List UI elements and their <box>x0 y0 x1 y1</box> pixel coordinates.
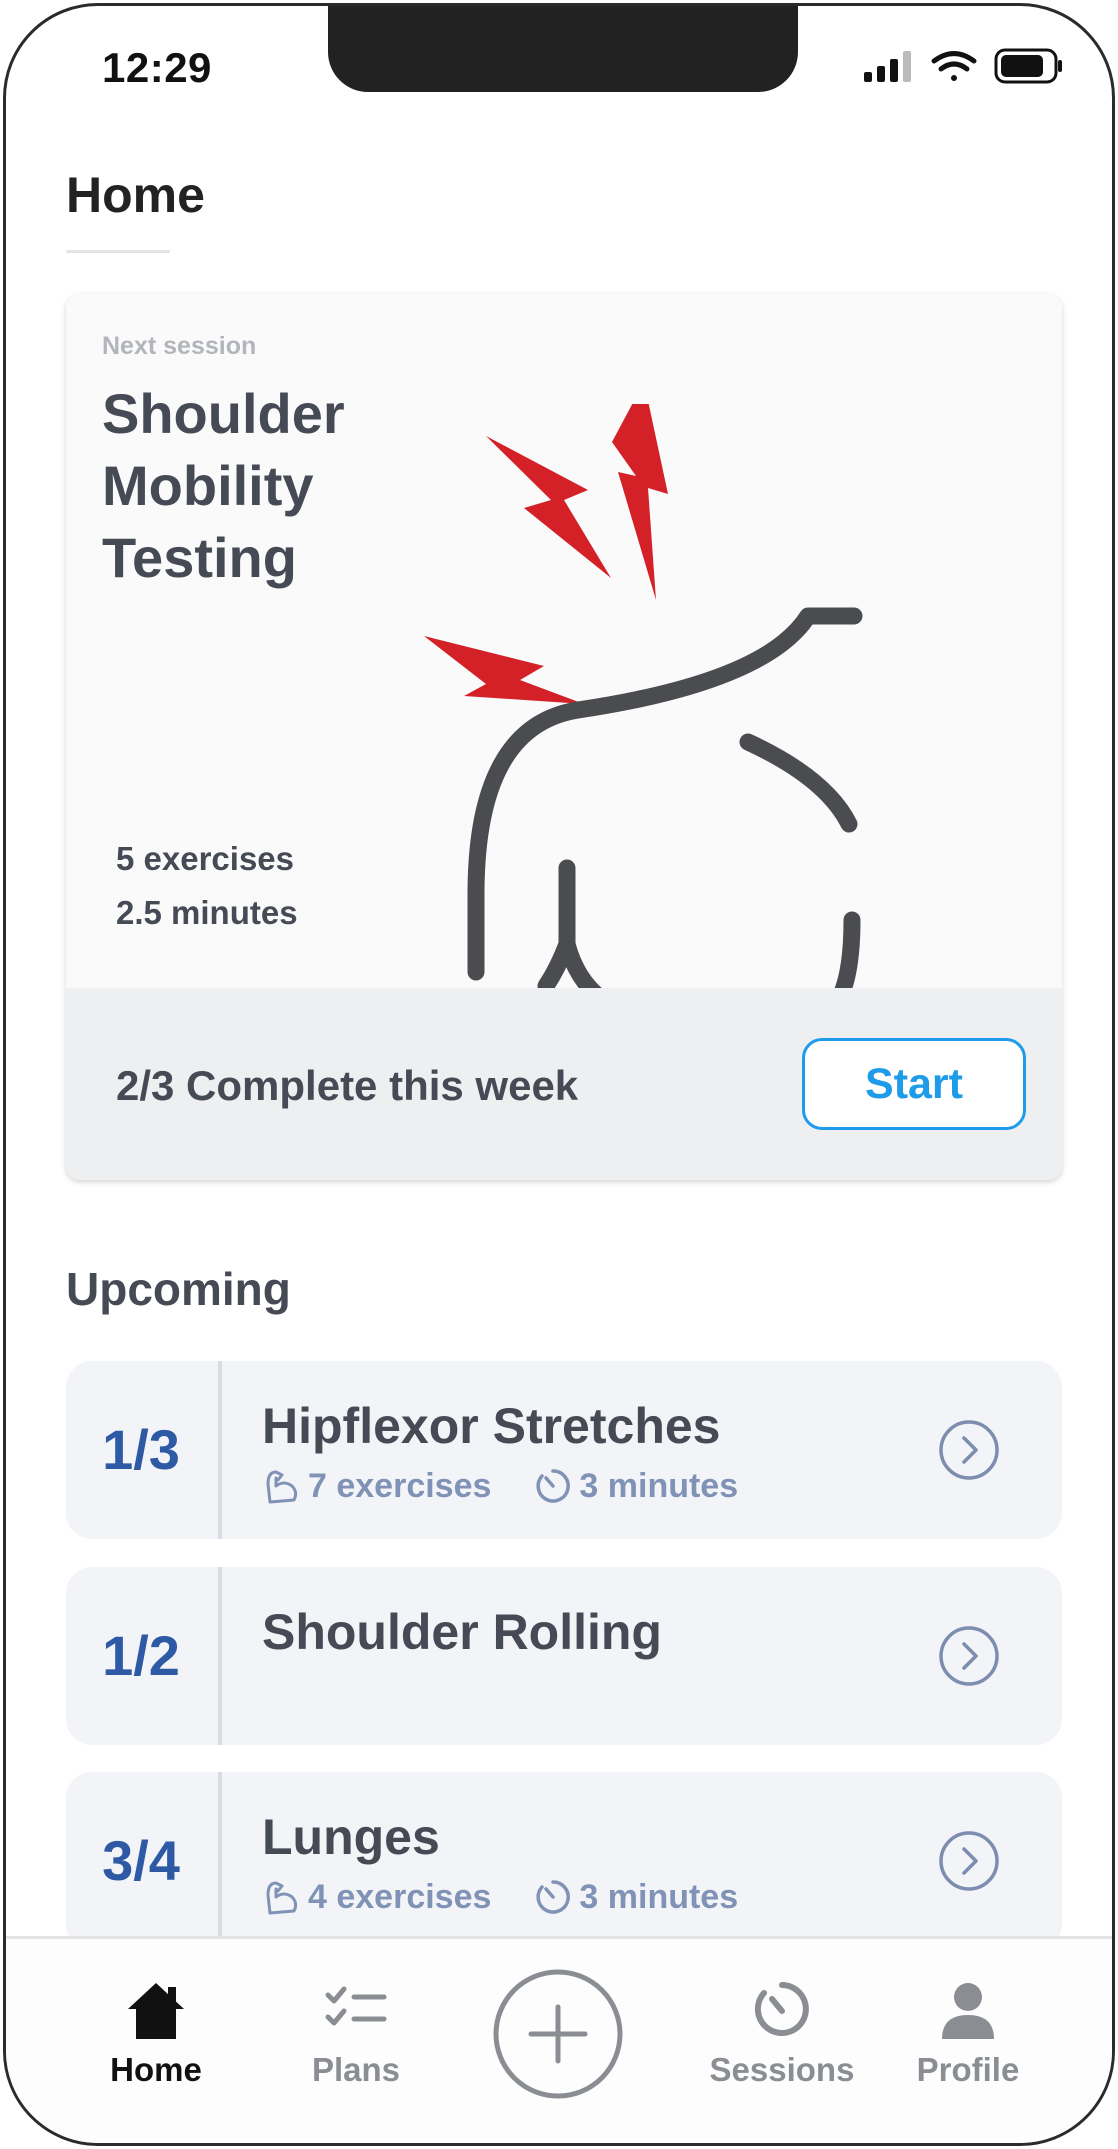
status-icons <box>864 48 1062 84</box>
session-duration: 3 minutes <box>579 1466 739 1505</box>
tab-label: Home <box>110 2051 202 2088</box>
divider <box>218 1361 222 1539</box>
plus-circle-icon[interactable] <box>493 1969 623 2099</box>
checklist-icon <box>325 1986 387 2026</box>
divider <box>218 1772 222 1950</box>
session-duration: 3 minutes <box>579 1877 739 1916</box>
status-time: 12:29 <box>102 44 212 91</box>
muscle-icon <box>266 1881 298 1915</box>
list-item[interactable]: 1/2 Shoulder Rolling <box>66 1567 1062 1745</box>
pain-bolt-icon <box>424 404 668 704</box>
session-meta: 4 exercises 3 minutes <box>262 1876 780 1918</box>
start-button[interactable]: Start <box>802 1038 1026 1130</box>
page-title: Home <box>66 167 205 223</box>
tab-label: Sessions <box>709 2051 855 2088</box>
session-meta: 5 exercises 2.5 minutes <box>116 832 298 940</box>
session-exercises: 5 exercises <box>116 840 295 877</box>
timer-icon <box>536 1469 571 1503</box>
session-count: 1/2 <box>102 1624 180 1687</box>
exercise-count: 4 exercises <box>308 1877 492 1916</box>
tab-bar: Home Plans Sessions Profile <box>6 1936 1112 2143</box>
tab-plans[interactable]: Plans <box>266 1975 446 2089</box>
upcoming-title: Upcoming <box>66 1263 291 1315</box>
exercise-count: 7 exercises <box>308 1466 492 1505</box>
shoulder-outline-icon <box>467 607 863 1029</box>
title-underline <box>66 250 170 253</box>
session-name: Lunges <box>262 1809 440 1865</box>
tab-sessions[interactable]: Sessions <box>692 1975 872 2089</box>
session-meta: 7 exercises 3 minutes <box>262 1465 780 1507</box>
signal-icon <box>864 51 911 82</box>
person-icon <box>942 1983 994 2039</box>
timer-icon <box>536 1880 571 1914</box>
next-session-label: Next session <box>102 332 257 360</box>
home-icon <box>128 1983 184 2039</box>
wifi-icon <box>931 51 977 81</box>
chevron-right-icon[interactable] <box>938 1830 1000 1892</box>
notch <box>328 6 798 92</box>
divider <box>218 1567 222 1745</box>
timer-icon <box>754 1982 809 2036</box>
tab-label: Plans <box>311 2051 401 2088</box>
tab-home[interactable]: Home <box>66 1975 246 2089</box>
session-name: Shoulder Rolling <box>262 1604 662 1660</box>
chevron-right-icon[interactable] <box>938 1625 1000 1687</box>
tab-label: Profile <box>916 2051 1020 2088</box>
battery-icon <box>994 48 1062 84</box>
next-session-card[interactable]: Next session Shoulder Mobility Testing 5… <box>66 294 1062 1180</box>
session-duration: 2.5 minutes <box>116 894 298 931</box>
session-count: 1/3 <box>102 1418 180 1481</box>
weekly-progress: 2/3 Complete this week <box>116 1062 579 1109</box>
session-name: Hipflexor Stretches <box>262 1398 721 1454</box>
list-item[interactable]: 3/4 Lunges 4 exercises 3 minutes <box>66 1772 1062 1950</box>
phone-frame: 12:29 Home Next session Shoulder Mobilit… <box>3 3 1115 2146</box>
muscle-icon <box>266 1470 298 1504</box>
tab-profile[interactable]: Profile <box>878 1975 1058 2089</box>
list-item[interactable]: 1/3 Hipflexor Stretches 7 exercises 3 mi… <box>66 1361 1062 1539</box>
chevron-right-icon[interactable] <box>938 1419 1000 1481</box>
card-footer: 2/3 Complete this week Start <box>66 988 1062 1180</box>
session-count: 3/4 <box>102 1829 180 1892</box>
